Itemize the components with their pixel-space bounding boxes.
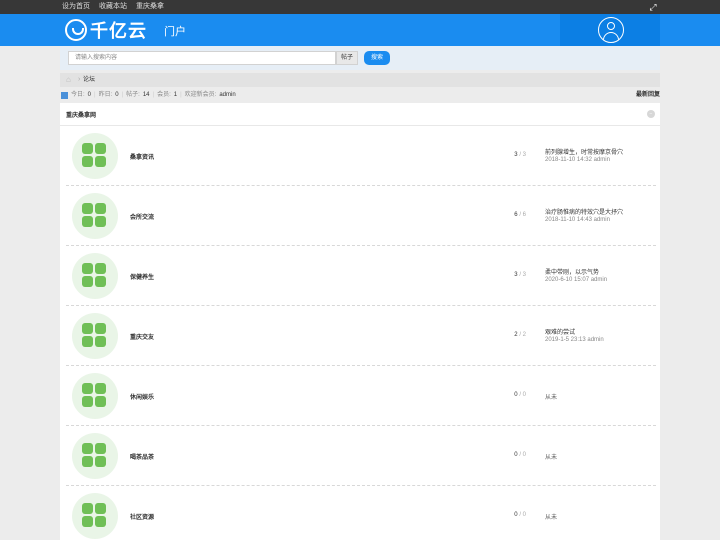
- stats-chart-icon: [61, 92, 68, 99]
- forum-counts: 0 / 0: [514, 392, 526, 398]
- post-count: 0: [522, 452, 526, 458]
- last-post-meta: 2019-1-5 23:13 admin: [545, 337, 604, 343]
- forum-stats: 今日: 0 | 昨日: 0 | 帖子: 14 | 会员: 1 | 欢迎新会员: …: [60, 90, 660, 101]
- forum-row: 重庆交友 2 / 2 艰难的尝试 2019-1-5 23:13 admin: [60, 306, 660, 366]
- last-post-title[interactable]: 前列腺增生，时常按摩京骨穴: [545, 147, 623, 156]
- post-count: 3: [522, 272, 526, 278]
- user-login-area[interactable]: [560, 14, 660, 46]
- category-title[interactable]: 重庆桑拿网: [66, 110, 96, 119]
- today-count: 0: [87, 92, 92, 98]
- search-input[interactable]: 请输入搜索内容: [68, 51, 336, 65]
- forum-name[interactable]: 重庆交友: [130, 332, 154, 341]
- bookmark-site-link[interactable]: 收藏本站: [99, 3, 127, 11]
- post-count: 3: [522, 152, 526, 158]
- forum-row: 保健养生 3 / 3 柔中带刚，以示气势 2020-6-10 15:07 adm…: [60, 246, 660, 306]
- site-logo[interactable]: 千亿云: [65, 18, 147, 42]
- welcome-label: 欢迎新会员:: [184, 92, 217, 98]
- thread-count: 0: [514, 452, 518, 458]
- forum-row: 喝茶品茶 0 / 0 从未: [60, 426, 660, 486]
- last-post-title[interactable]: 艰难的尝试: [545, 327, 575, 336]
- nav-portal-link[interactable]: 门户: [164, 23, 186, 39]
- forum-clover-icon[interactable]: [72, 493, 118, 539]
- forum-row: 会所交流 6 / 6 治疗肠惟病的特效穴是大抒穴 2018-11-10 14:4…: [60, 186, 660, 246]
- last-post-meta: 2018-11-10 14:32 admin: [545, 157, 610, 163]
- forum-name[interactable]: 保健养生: [130, 272, 154, 281]
- forum-counts: 6 / 6: [514, 212, 526, 218]
- forum-clover-icon[interactable]: [72, 253, 118, 299]
- collapse-icon[interactable]: −: [647, 110, 655, 118]
- thread-count: 0: [514, 512, 518, 518]
- forum-name[interactable]: 喝茶品茶: [130, 452, 154, 461]
- top-bar: 设为首页 收藏本站 重庆桑拿 ⤢: [0, 0, 720, 14]
- forum-counts: 0 / 0: [514, 452, 526, 458]
- forum-clover-icon[interactable]: [72, 193, 118, 239]
- yesterday-label: 昨日:: [98, 92, 113, 98]
- thread-count: 0: [514, 392, 518, 398]
- forum-name[interactable]: 桑拿资讯: [130, 152, 154, 161]
- forum-row: 桑拿资讯 3 / 3 前列腺增生，时常按摩京骨穴 2018-11-10 14:3…: [60, 126, 660, 186]
- breadcrumb-forum[interactable]: 论坛: [83, 76, 95, 84]
- yesterday-count: 0: [115, 92, 119, 98]
- forum-counts: 0 / 0: [514, 512, 526, 518]
- members-label: 会员:: [157, 92, 171, 98]
- set-homepage-link[interactable]: 设为首页: [62, 3, 90, 11]
- post-count: 0: [522, 512, 526, 518]
- last-post-never: 从未: [545, 455, 558, 461]
- thread-count: 3: [514, 272, 518, 278]
- forum-name[interactable]: 休闲娱乐: [130, 392, 154, 401]
- post-count: 2: [522, 332, 526, 338]
- last-post-title[interactable]: 治疗肠惟病的特效穴是大抒穴: [545, 207, 623, 216]
- latest-replies-link[interactable]: 最新回复: [636, 90, 660, 101]
- forum-counts: 3 / 3: [514, 272, 526, 278]
- posts-count: 14: [142, 92, 150, 98]
- home-icon[interactable]: ⌂: [66, 76, 74, 84]
- forum-category-panel: 重庆桑拿网 − 桑拿资讯 3 / 3 前列腺增生，时常按摩京骨穴 2018-11…: [60, 103, 660, 540]
- thread-count: 2: [514, 332, 518, 338]
- forum-row: 休闲娱乐 0 / 0 从未: [60, 366, 660, 426]
- search-type-select[interactable]: 帖子: [336, 51, 358, 65]
- forum-counts: 3 / 3: [514, 152, 526, 158]
- posts-label: 帖子:: [126, 92, 140, 98]
- logo-text: 千亿云: [90, 21, 147, 42]
- chongqing-sauna-link[interactable]: 重庆桑拿: [136, 3, 164, 11]
- top-links: 设为首页 收藏本站 重庆桑拿: [62, 3, 164, 11]
- last-post-title[interactable]: 柔中带刚，以示气势: [545, 267, 599, 276]
- breadcrumb-separator: ›: [78, 76, 81, 83]
- last-post-never: 从未: [545, 395, 558, 401]
- fullscreen-icon[interactable]: ⤢: [648, 2, 658, 12]
- forum-clover-icon[interactable]: [72, 313, 118, 359]
- forum-name[interactable]: 社区资源: [130, 512, 154, 521]
- forum-clover-icon[interactable]: [72, 433, 118, 479]
- post-count: 6: [522, 212, 526, 218]
- last-post-never: 从未: [545, 515, 558, 521]
- members-count: 1: [173, 92, 178, 98]
- forum-clover-icon[interactable]: [72, 373, 118, 419]
- search-button[interactable]: 搜索: [364, 51, 390, 65]
- logo-mark-icon: [65, 19, 87, 41]
- forum-clover-icon[interactable]: [72, 133, 118, 179]
- site-header: 千亿云 门户: [0, 14, 720, 46]
- breadcrumb: ⌂ › 论坛: [60, 73, 660, 87]
- forum-counts: 2 / 2: [514, 332, 526, 338]
- today-label: 今日:: [71, 92, 85, 98]
- new-member-link[interactable]: admin: [219, 90, 235, 101]
- forum-name[interactable]: 会所交流: [130, 212, 154, 221]
- thread-count: 3: [514, 152, 518, 158]
- search-bar: 请输入搜索内容 帖子 搜索: [60, 46, 660, 70]
- last-post-meta: 2018-11-10 14:43 admin: [545, 217, 610, 223]
- thread-count: 6: [514, 212, 518, 218]
- last-post-meta: 2020-6-10 15:07 admin: [545, 277, 608, 283]
- post-count: 0: [522, 392, 526, 398]
- user-avatar-icon[interactable]: [598, 17, 624, 43]
- forum-row: 社区资源 0 / 0 从未: [60, 486, 660, 540]
